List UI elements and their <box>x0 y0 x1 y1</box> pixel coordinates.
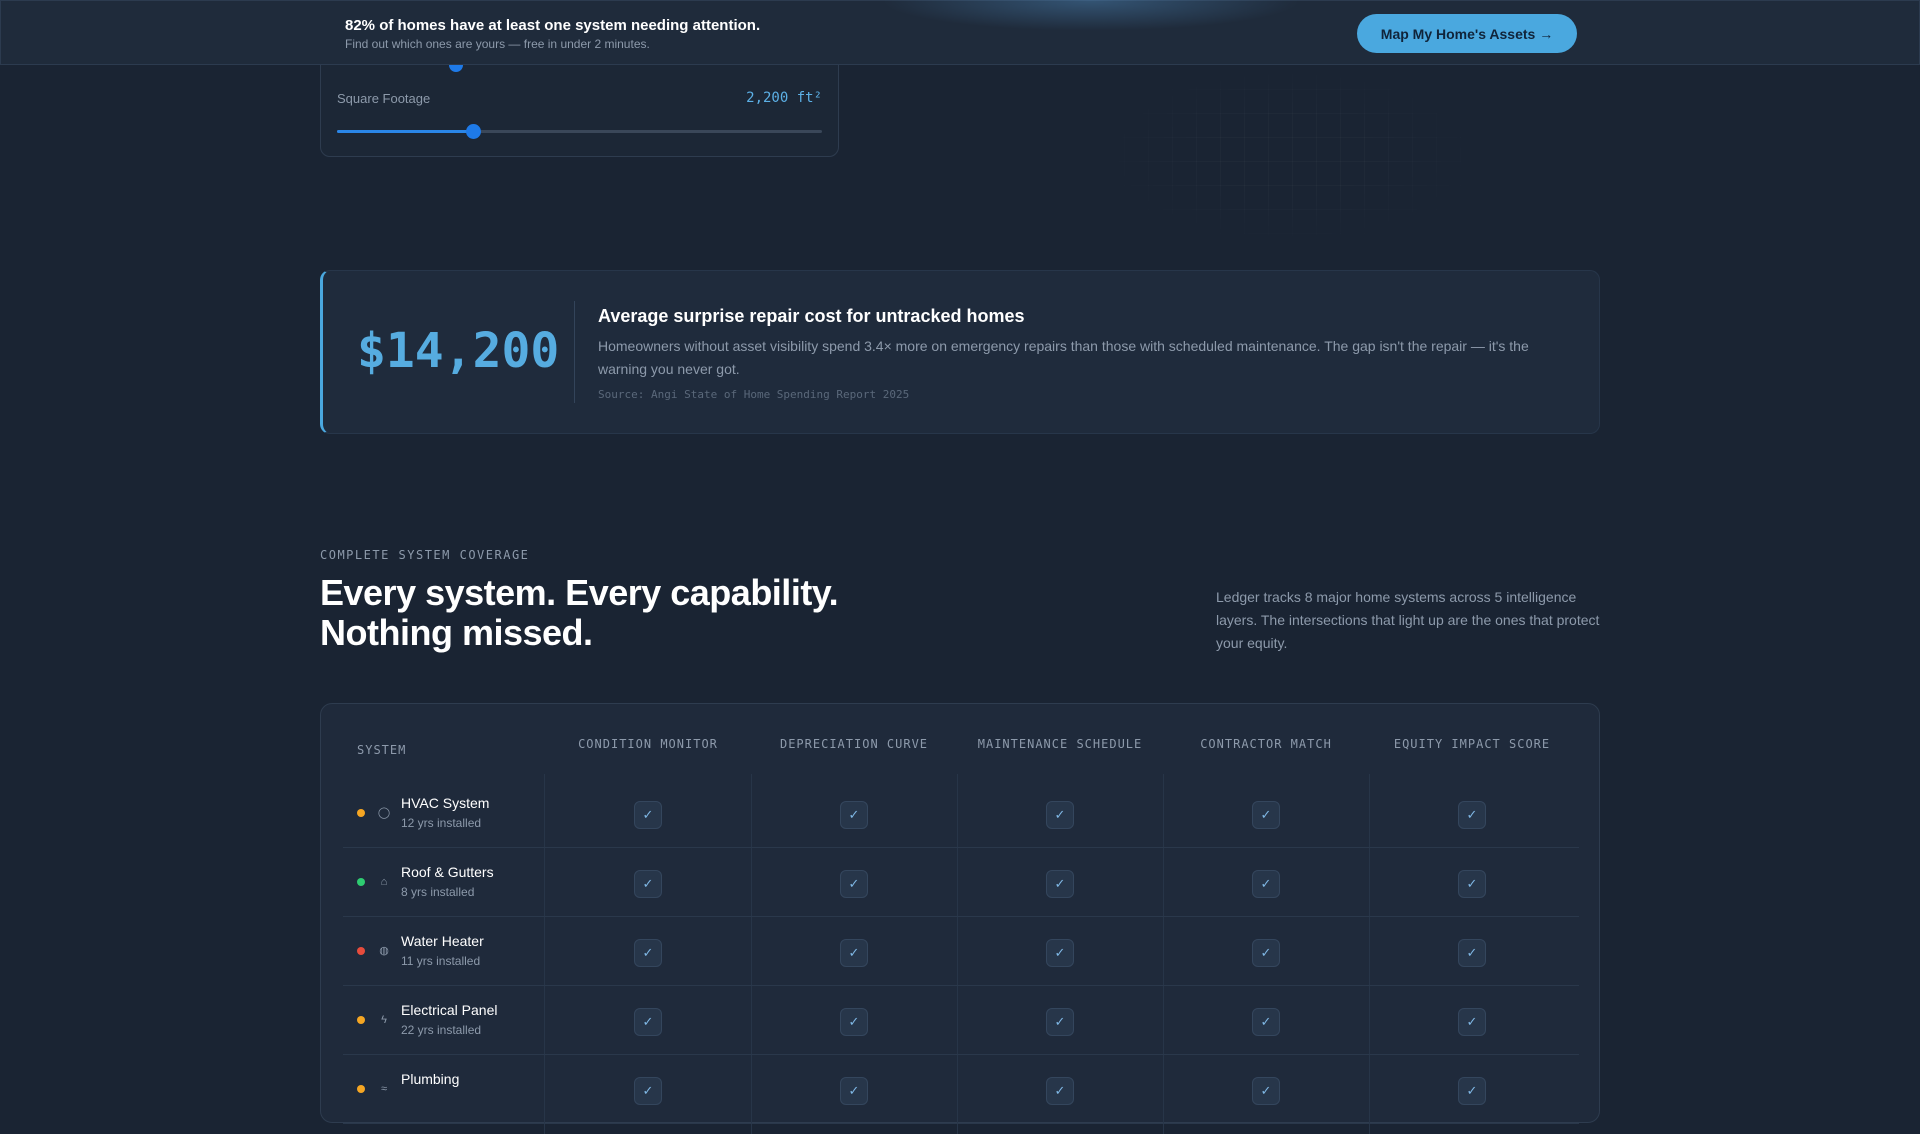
system-row[interactable]: ◯ HVAC System 12 yrs installed ✓ ✓ ✓ ✓ ✓ <box>343 779 1579 848</box>
section-eyebrow: COMPLETE SYSTEM COVERAGE <box>320 548 530 562</box>
coverage-check-icon[interactable]: ✓ <box>840 1077 868 1105</box>
coverage-check-icon[interactable]: ✓ <box>1252 939 1280 967</box>
column-header-depreciation-curve: DEPRECIATION CURVE <box>779 737 929 751</box>
coverage-check-icon[interactable]: ✓ <box>840 1008 868 1036</box>
coverage-check-icon[interactable]: ✓ <box>1046 1077 1074 1105</box>
lightning-icon: ϟ <box>381 1014 387 1026</box>
coverage-check-icon[interactable]: ✓ <box>1458 870 1486 898</box>
attention-banner: 82% of homes have at least one system ne… <box>0 0 1920 65</box>
section-headline: Every system. Every capability. Nothing … <box>320 573 1020 653</box>
coverage-check-icon[interactable]: ✓ <box>1046 939 1074 967</box>
coverage-check-icon[interactable]: ✓ <box>634 939 662 967</box>
map-assets-button[interactable]: Map My Home's Assets → <box>1357 14 1577 53</box>
stat-description: Homeowners without asset visibility spen… <box>598 338 1529 377</box>
section-intro: Ledger tracks 8 major home systems acros… <box>1216 589 1600 651</box>
square-footage-value: 2,200 ft² <box>746 90 822 106</box>
banner-title: 82% of homes have at least one system ne… <box>345 17 761 34</box>
grid-decoration <box>1100 65 1480 245</box>
system-age: 11 yrs installed <box>401 954 481 968</box>
status-dot <box>357 809 365 817</box>
slider-fill <box>337 130 473 133</box>
coverage-check-icon[interactable]: ✓ <box>634 870 662 898</box>
stat-amount: $14,200 <box>357 323 560 379</box>
coverage-check-icon[interactable]: ✓ <box>1458 801 1486 829</box>
coverage-check-icon[interactable]: ✓ <box>634 1008 662 1036</box>
stat-source: Source: Angi State of Home Spending Repo… <box>598 388 910 401</box>
system-name: Electrical Panel <box>401 1002 498 1018</box>
system-age: 12 yrs installed <box>401 816 482 830</box>
system-age: 22 yrs installed <box>401 1023 482 1037</box>
coverage-check-icon[interactable]: ✓ <box>1458 939 1486 967</box>
stat-heading: Average surprise repair cost for untrack… <box>598 306 1025 326</box>
house-icon: ⌂ <box>380 876 388 888</box>
column-header-equity-impact-score: EQUITY IMPACT SCORE <box>1393 737 1551 751</box>
square-footage-slider[interactable] <box>337 124 822 139</box>
system-row[interactable]: ◍ Water Heater 11 yrs installed ✓ ✓ ✓ ✓ ✓ <box>343 917 1579 986</box>
coverage-check-icon[interactable]: ✓ <box>1252 1077 1280 1105</box>
coverage-check-icon[interactable]: ✓ <box>1046 870 1074 898</box>
column-header-contractor-match: CONTRACTOR MATCH <box>1200 737 1332 751</box>
column-header-maintenance-schedule: MAINTENANCE SCHEDULE <box>977 737 1143 751</box>
column-header-condition-monitor: CONDITION MONITOR <box>578 737 718 751</box>
coverage-check-icon[interactable]: ✓ <box>1046 801 1074 829</box>
system-name: Water Heater <box>401 933 484 949</box>
coverage-check-icon[interactable]: ✓ <box>1252 801 1280 829</box>
system-age: 8 yrs installed <box>401 885 475 899</box>
system-row[interactable]: ⌂ Roof & Gutters 8 yrs installed ✓ ✓ ✓ ✓ ✓ <box>343 848 1579 917</box>
coverage-check-icon[interactable]: ✓ <box>1252 1008 1280 1036</box>
coverage-check-icon[interactable]: ✓ <box>1046 1008 1074 1036</box>
banner-glow <box>881 0 1301 31</box>
coverage-check-icon[interactable]: ✓ <box>634 801 662 829</box>
system-name: Plumbing <box>401 1071 460 1087</box>
status-dot <box>357 1085 365 1093</box>
status-dot <box>357 878 365 886</box>
coverage-check-icon[interactable]: ✓ <box>1252 870 1280 898</box>
coverage-check-icon[interactable]: ✓ <box>1458 1077 1486 1105</box>
headline-line-2: Nothing missed. <box>320 612 593 653</box>
headline-line-1: Every system. Every capability. <box>320 572 839 613</box>
stat-divider <box>574 301 575 403</box>
system-column-header: SYSTEM <box>357 743 407 757</box>
flame-icon: ◍ <box>379 945 389 957</box>
system-name: Roof & Gutters <box>401 864 494 880</box>
coverage-check-icon[interactable]: ✓ <box>840 801 868 829</box>
repair-cost-stat-card: $14,200 Average surprise repair cost for… <box>320 270 1600 434</box>
coverage-check-icon[interactable]: ✓ <box>1458 1008 1486 1036</box>
coverage-check-icon[interactable]: ✓ <box>840 939 868 967</box>
slider-thumb[interactable] <box>465 124 481 139</box>
system-row[interactable]: ϟ Electrical Panel 22 yrs installed ✓ ✓ ✓ ✓ ✓ <box>343 986 1579 1055</box>
coverage-matrix: SYSTEM CONDITION MONITOR DEPRECIATION CUR… <box>320 703 1600 1134</box>
status-dot <box>357 1016 365 1024</box>
coverage-check-icon[interactable]: ✓ <box>634 1077 662 1105</box>
thermostat-icon: ◯ <box>377 807 391 819</box>
square-footage-label: Square Footage <box>337 91 431 106</box>
coverage-check-icon[interactable]: ✓ <box>840 870 868 898</box>
status-dot <box>357 947 365 955</box>
system-row[interactable]: ≈ Plumbing ✓ ✓ ✓ ✓ ✓ <box>343 1055 1579 1124</box>
banner-subtitle: Find out which ones are yours — free in … <box>345 37 650 51</box>
system-name: HVAC System <box>401 795 490 811</box>
pipe-icon: ≈ <box>380 1083 388 1095</box>
